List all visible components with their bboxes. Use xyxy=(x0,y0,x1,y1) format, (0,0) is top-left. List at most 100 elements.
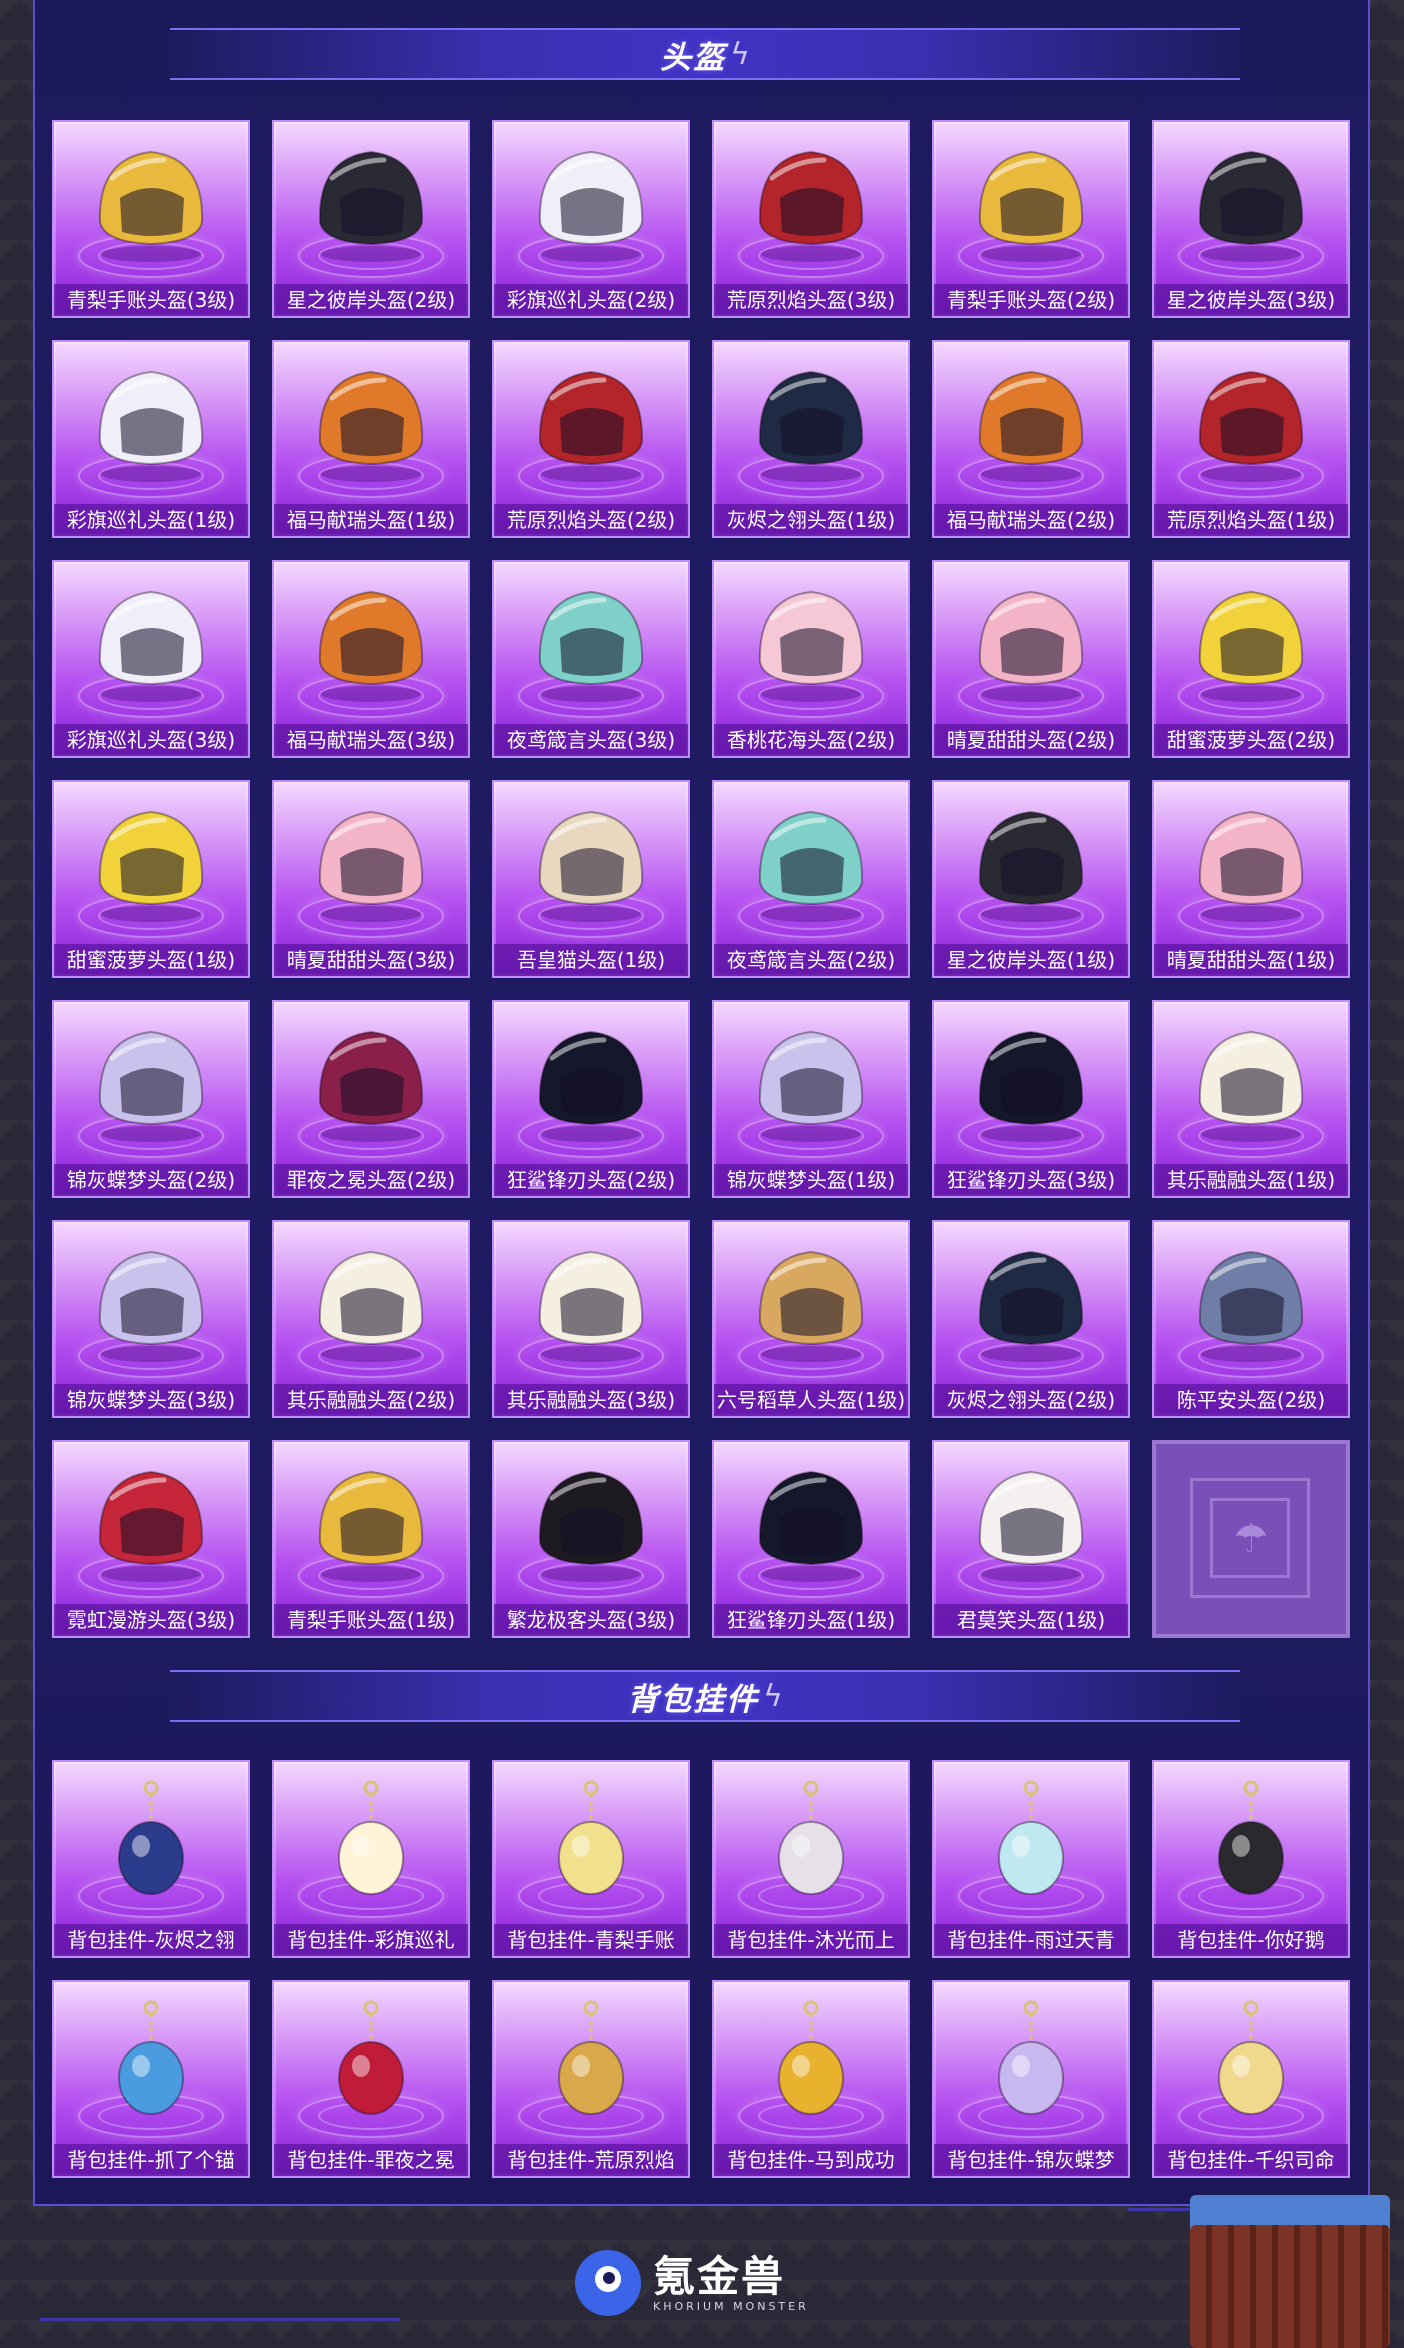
charm-card[interactable]: 背包挂件-彩旗巡礼 xyxy=(272,1760,470,1958)
helmet-card[interactable]: 锦灰蝶梦头盔(2级) xyxy=(52,1000,250,1198)
helmet-image xyxy=(526,798,656,926)
helmet-card[interactable]: 彩旗巡礼头盔(1级) xyxy=(52,340,250,538)
charm-image xyxy=(746,1998,876,2126)
charm-image xyxy=(966,1998,1096,2126)
helmet-card[interactable]: 青梨手账头盔(2级) xyxy=(932,120,1130,318)
helmet-image xyxy=(1186,1238,1316,1366)
helmet-label: 彩旗巡礼头盔(3级) xyxy=(54,724,248,756)
helmet-card[interactable]: 晴夏甜甜头盔(2级) xyxy=(932,560,1130,758)
backpack-section-header: 背包挂件 ϟ xyxy=(60,1664,1350,1728)
helmet-card[interactable]: 夜鸢箴言头盔(3级) xyxy=(492,560,690,758)
helmet-image xyxy=(306,1018,436,1146)
helmet-card[interactable]: 其乐融融头盔(1级) xyxy=(1152,1000,1350,1198)
charm-image xyxy=(306,1778,436,1906)
helmet-card[interactable]: 锦灰蝶梦头盔(1级) xyxy=(712,1000,910,1198)
charm-card[interactable]: 背包挂件-千织司命 xyxy=(1152,1980,1350,2178)
helmet-label: 彩旗巡礼头盔(1级) xyxy=(54,504,248,536)
helmet-card[interactable]: 君莫笑头盔(1级) xyxy=(932,1440,1130,1638)
helmet-card[interactable]: 罪夜之冕头盔(2级) xyxy=(272,1000,470,1198)
helmet-label: 晴夏甜甜头盔(1级) xyxy=(1154,944,1348,976)
helmet-image xyxy=(966,1238,1096,1366)
helmet-card[interactable]: 福马献瑞头盔(2级) xyxy=(932,340,1130,538)
helmet-image xyxy=(526,138,656,266)
charm-card[interactable]: 背包挂件-沐光而上 xyxy=(712,1760,910,1958)
backpack-charm-grid: 背包挂件-灰烬之翎 背包挂件-彩旗巡礼 背包挂件-青梨手账 背包挂件-沐光而上 背包挂件… xyxy=(52,1760,1350,2178)
helmet-label: 甜蜜菠萝头盔(2级) xyxy=(1154,724,1348,756)
helmet-card[interactable]: 彩旗巡礼头盔(3级) xyxy=(52,560,250,758)
charm-image xyxy=(86,1778,216,1906)
helmet-image xyxy=(966,1458,1096,1586)
helmet-section-header: 头盔 ϟ xyxy=(60,22,1350,86)
helmet-label: 其乐融融头盔(3级) xyxy=(494,1384,688,1416)
helmet-card[interactable]: 星之彼岸头盔(3级) xyxy=(1152,120,1350,318)
helmet-card[interactable]: 青梨手账头盔(1级) xyxy=(272,1440,470,1638)
charm-card[interactable]: 背包挂件-雨过天青 xyxy=(932,1760,1130,1958)
helmet-card[interactable]: 灰烬之翎头盔(1级) xyxy=(712,340,910,538)
helmet-card[interactable]: 甜蜜菠萝头盔(1级) xyxy=(52,780,250,978)
helmet-card[interactable]: 锦灰蝶梦头盔(3级) xyxy=(52,1220,250,1418)
helmet-grid: 青梨手账头盔(3级) 星之彼岸头盔(2级) 彩旗巡礼头盔(2级) 荒原烈焰头盔(3级)… xyxy=(52,120,1350,1638)
helmet-card[interactable]: 晴夏甜甜头盔(1级) xyxy=(1152,780,1350,978)
supply-crate-image xyxy=(1190,2195,1390,2348)
helmet-card[interactable]: 狂鲨锋刃头盔(1级) xyxy=(712,1440,910,1638)
helmet-card[interactable]: 彩旗巡礼头盔(2级) xyxy=(492,120,690,318)
charm-label: 背包挂件-沐光而上 xyxy=(714,1924,908,1956)
charm-label: 背包挂件-你好鹅 xyxy=(1154,1924,1348,1956)
helmet-card[interactable]: 星之彼岸头盔(2级) xyxy=(272,120,470,318)
helmet-label: 吾皇猫头盔(1级) xyxy=(494,944,688,976)
lightning-icon: ϟ xyxy=(763,1678,783,1714)
helmet-card[interactable]: 狂鲨锋刃头盔(2级) xyxy=(492,1000,690,1198)
helmet-image xyxy=(526,1238,656,1366)
charm-label: 背包挂件-青梨手账 xyxy=(494,1924,688,1956)
charm-label: 背包挂件-彩旗巡礼 xyxy=(274,1924,468,1956)
helmet-card[interactable]: 荒原烈焰头盔(2级) xyxy=(492,340,690,538)
helmet-card[interactable]: 其乐融融头盔(3级) xyxy=(492,1220,690,1418)
helmet-card[interactable]: 福马献瑞头盔(3级) xyxy=(272,560,470,758)
helmet-image xyxy=(306,358,436,486)
charm-card[interactable]: 背包挂件-灰烬之翎 xyxy=(52,1760,250,1958)
helmet-card[interactable]: 其乐融融头盔(2级) xyxy=(272,1220,470,1418)
charm-card[interactable]: 背包挂件-马到成功 xyxy=(712,1980,910,2178)
charm-card[interactable]: 背包挂件-荒原烈焰 xyxy=(492,1980,690,2178)
charm-label: 背包挂件-千织司命 xyxy=(1154,2144,1348,2176)
helmet-image xyxy=(526,1458,656,1586)
helmet-label: 狂鲨锋刃头盔(3级) xyxy=(934,1164,1128,1196)
helmet-card[interactable]: 狂鲨锋刃头盔(3级) xyxy=(932,1000,1130,1198)
helmet-card[interactable]: 晴夏甜甜头盔(3级) xyxy=(272,780,470,978)
helmet-card[interactable]: 星之彼岸头盔(1级) xyxy=(932,780,1130,978)
helmet-card[interactable]: 荒原烈焰头盔(3级) xyxy=(712,120,910,318)
helmet-label: 星之彼岸头盔(2级) xyxy=(274,284,468,316)
helmet-card[interactable]: 陈平安头盔(2级) xyxy=(1152,1220,1350,1418)
helmet-label: 灰烬之翎头盔(2级) xyxy=(934,1384,1128,1416)
airdrop-parachute-icon: ☂ xyxy=(1233,1516,1269,1562)
charm-card[interactable]: 背包挂件-青梨手账 xyxy=(492,1760,690,1958)
helmet-card[interactable]: 甜蜜菠萝头盔(2级) xyxy=(1152,560,1350,758)
helmet-card[interactable]: 灰烬之翎头盔(2级) xyxy=(932,1220,1130,1418)
helmet-image xyxy=(86,1238,216,1366)
charm-card[interactable]: 背包挂件-锦灰蝶梦 xyxy=(932,1980,1130,2178)
helmet-label: 狂鲨锋刃头盔(1级) xyxy=(714,1604,908,1636)
charm-card[interactable]: 背包挂件-抓了个锚 xyxy=(52,1980,250,2178)
helmet-image xyxy=(86,358,216,486)
helmet-label: 锦灰蝶梦头盔(2级) xyxy=(54,1164,248,1196)
charm-card[interactable]: 背包挂件-罪夜之冕 xyxy=(272,1980,470,2178)
helmet-image xyxy=(526,578,656,706)
helmet-card[interactable]: 夜鸢箴言头盔(2级) xyxy=(712,780,910,978)
charm-image xyxy=(306,1998,436,2126)
helmet-card[interactable]: 青梨手账头盔(3级) xyxy=(52,120,250,318)
helmet-card[interactable]: 吾皇猫头盔(1级) xyxy=(492,780,690,978)
helmet-image xyxy=(1186,358,1316,486)
helmet-card[interactable]: 荒原烈焰头盔(1级) xyxy=(1152,340,1350,538)
helmet-card[interactable]: 霓虹漫游头盔(3级) xyxy=(52,1440,250,1638)
charm-label: 背包挂件-锦灰蝶梦 xyxy=(934,2144,1128,2176)
helmet-card[interactable]: 六号稻草人头盔(1级) xyxy=(712,1220,910,1418)
helmet-image xyxy=(1186,578,1316,706)
helmet-image xyxy=(306,578,436,706)
charm-card[interactable]: 背包挂件-你好鹅 xyxy=(1152,1760,1350,1958)
helmet-card[interactable]: 香桃花海头盔(2级) xyxy=(712,560,910,758)
helmet-card[interactable]: 福马献瑞头盔(1级) xyxy=(272,340,470,538)
charm-image xyxy=(86,1998,216,2126)
helmet-image xyxy=(306,1238,436,1366)
charm-label: 背包挂件-马到成功 xyxy=(714,2144,908,2176)
helmet-card[interactable]: 繁龙极客头盔(3级) xyxy=(492,1440,690,1638)
